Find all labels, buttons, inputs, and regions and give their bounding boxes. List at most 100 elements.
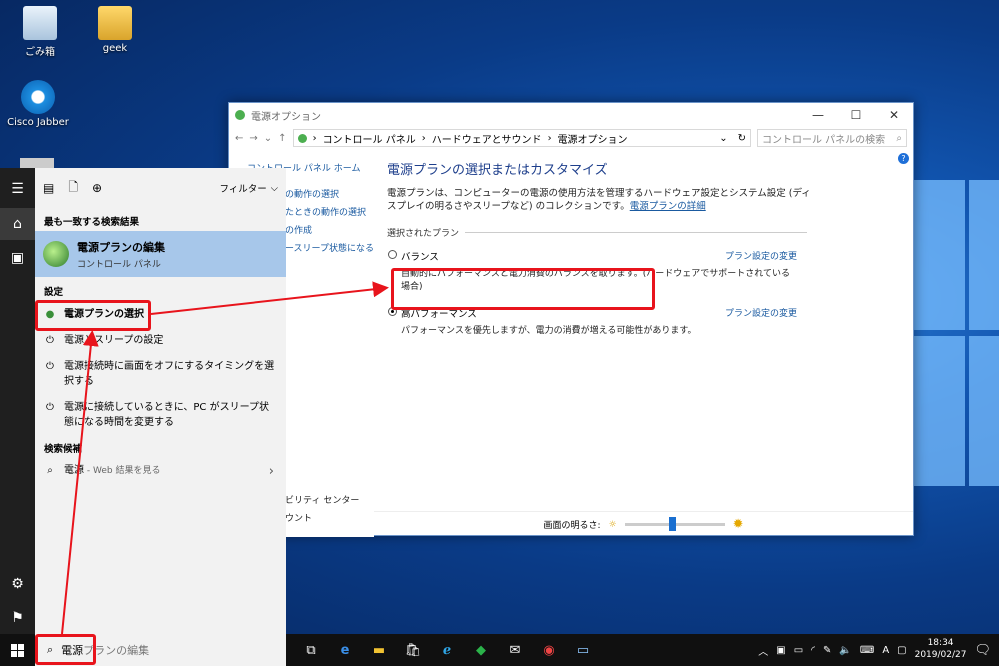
breadcrumb-item[interactable]: ハードウェアとサウンド — [432, 131, 542, 146]
best-match-header: 最も一致する検索結果 — [44, 217, 140, 228]
store-icon[interactable]: 🛍 — [396, 634, 430, 666]
internet-explorer-icon[interactable]: ℯ — [430, 634, 464, 666]
feedback-icon[interactable]: ⚑ — [0, 602, 35, 634]
action-center-icon[interactable]: 🗨 — [974, 643, 991, 658]
sidebar-link[interactable]: たときの動作の選択 — [285, 205, 366, 218]
keyboard-icon[interactable]: ⌨ — [860, 645, 874, 656]
remote-desktop-icon[interactable]: ▭ — [566, 634, 600, 666]
web-suggestion-item[interactable]: ⌕ 電源 - Web 結果を見る — [44, 464, 276, 479]
highlight-search-box — [35, 634, 96, 665]
suggestions-header: 検索候補 — [44, 444, 83, 455]
chevron-down-icon: ⌵ — [270, 182, 278, 194]
minimize-button[interactable]: — — [799, 108, 837, 122]
desktop-icon-partial[interactable] — [20, 158, 54, 168]
windows-wallpaper-logo — [905, 180, 999, 500]
wifi-icon[interactable]: ◜ — [811, 645, 815, 656]
refresh-icon[interactable]: ↻ — [738, 133, 750, 144]
web-filter-icon[interactable]: ⊕ — [92, 181, 102, 195]
close-button[interactable]: ✕ — [875, 108, 913, 122]
taskbar-apps: ⧉ e ▬ 🛍 ℯ ◆ ✉ ◉ ▭ — [294, 634, 600, 666]
breadcrumb-sep-icon: › — [547, 132, 552, 144]
filter-dropdown[interactable]: フィルター ⌵ — [219, 181, 278, 196]
plan-description: パフォーマンスを優先しますが、電力の消費が増える可能性があります。 — [401, 325, 697, 336]
highlight-high-performance — [391, 268, 655, 310]
ime-mode[interactable]: A — [882, 645, 889, 656]
desktop-icon-recycle-bin[interactable]: ごみ箱 — [5, 6, 75, 58]
address-path[interactable]: › コントロール パネル › ハードウェアとサウンド › 電源オプション ⌄ ↻ — [292, 129, 751, 147]
forward-arrow-icon[interactable]: → — [249, 133, 257, 144]
settings-header: 設定 — [44, 287, 64, 298]
pen-icon[interactable]: ✎ — [823, 645, 831, 656]
desktop-icon-cisco-jabber[interactable]: Cisco Jabber — [3, 80, 73, 128]
document-icon[interactable]: ▣ — [0, 242, 35, 274]
power-icon: ⏻ — [46, 335, 54, 346]
best-match-subtitle: コントロール パネル — [77, 259, 161, 270]
sidebar-see-also[interactable]: ビリティ センター — [285, 493, 359, 506]
brightness-slider[interactable] — [624, 517, 725, 531]
sidebar-see-also[interactable]: ウント — [285, 511, 312, 524]
file-explorer-icon[interactable]: ▬ — [362, 634, 396, 666]
task-view-icon[interactable]: ⧉ — [294, 634, 328, 666]
control-panel-icon — [297, 133, 307, 143]
search-icon: ⌕ — [896, 132, 902, 144]
clock[interactable]: 18:34 2019/02/27 — [915, 638, 967, 661]
apps-filter-icon[interactable]: ▤ — [43, 181, 54, 195]
input-indicator-icon[interactable]: ▢ — [897, 645, 906, 656]
desktop-icon-geek[interactable]: geek — [80, 6, 150, 54]
mail-icon[interactable]: ✉ — [498, 634, 532, 666]
back-arrow-icon[interactable]: ← — [235, 133, 243, 144]
page-title: 電源プランの選択またはカスタマイズ — [387, 163, 608, 178]
chevron-right-icon[interactable]: › — [269, 464, 274, 479]
plan-details-link[interactable]: 電源プランの詳細 — [630, 201, 706, 212]
edge-icon[interactable]: e — [328, 634, 362, 666]
maximize-button[interactable]: ☐ — [837, 108, 875, 122]
breadcrumb-item[interactable]: 電源オプション — [558, 131, 628, 146]
breadcrumb-item[interactable]: コントロール パネル — [323, 131, 416, 146]
brightness-bar: 画面の明るさ: ☼ ✹ — [374, 511, 913, 537]
paint-icon[interactable]: ◉ — [532, 634, 566, 666]
system-tray: ︿ ▣ ▭ ◜ ✎ 🔈 ⌨ A ▢ 18:34 2019/02/27 🗨 — [758, 638, 999, 661]
dim-sun-icon: ☼ — [608, 519, 617, 530]
volume-icon[interactable]: 🔈 — [839, 645, 851, 656]
dropdown-chevron-icon[interactable]: ⌄ — [719, 133, 731, 144]
battery-icon[interactable]: ▭ — [794, 645, 803, 656]
breadcrumb-sep-icon: › — [312, 132, 317, 144]
start-rail: ☰ ⌂ ▣ ⚙ ⚑ — [0, 168, 35, 634]
plan-settings-link[interactable]: プラン設定の変更 — [725, 249, 797, 262]
home-icon[interactable]: ⌂ — [0, 208, 35, 240]
sidebar-link[interactable]: の動作の選択 — [285, 187, 339, 200]
settings-item-power-sleep[interactable]: ⏻ 電源とスリープの設定 — [44, 334, 276, 349]
hamburger-menu-icon[interactable]: ☰ — [0, 173, 35, 205]
best-match-item[interactable]: 電源プランの編集 コントロール パネル — [35, 231, 286, 277]
sidebar-link[interactable]: ースリープ状態になる — [285, 241, 374, 254]
power-options-icon — [235, 110, 245, 120]
page-description: 電源プランは、コンピューターの電源の使用方法を管理するハードウェア設定とシステム… — [387, 188, 811, 212]
search-icon: ⌕ — [47, 465, 53, 476]
start-button[interactable] — [0, 634, 35, 666]
plan-radio[interactable] — [388, 249, 397, 259]
documents-filter-icon[interactable]: 🗋 — [68, 178, 78, 199]
desktop-icon-label: Cisco Jabber — [7, 117, 69, 128]
sidebar-link[interactable]: の作成 — [285, 223, 312, 236]
desktop-icon-label: geek — [102, 43, 128, 54]
tray-chevron-up-icon[interactable]: ︿ — [758, 643, 768, 658]
network-icon[interactable]: ▣ — [776, 645, 785, 656]
windows-logo-icon — [11, 643, 24, 657]
settings-gear-icon[interactable]: ⚙ — [0, 568, 35, 600]
settings-item-screen-off[interactable]: ⏻ 電源接続時に画面をオフにするタイミングを選択する — [44, 360, 276, 389]
recent-chevron-icon[interactable]: ⌄ — [264, 133, 272, 144]
plan-settings-link[interactable]: プラン設定の変更 — [725, 306, 797, 319]
brightness-thumb[interactable] — [669, 517, 677, 531]
power-icon: ⏻ — [46, 361, 54, 372]
control-panel-search[interactable]: コントロール パネルの検索 ⌕ — [757, 129, 907, 147]
settings-item-sleep-time[interactable]: ⏻ 電源に接続しているときに、PC がスリープ状態になる時間を変更する — [44, 401, 276, 430]
power-icon: ⏻ — [46, 402, 54, 413]
recycle-bin-icon — [23, 6, 57, 40]
highlight-choose-plan — [35, 300, 151, 331]
address-bar-row: ← → ⌄ ↑ › コントロール パネル › ハードウェアとサウンド › 電源オ… — [229, 127, 913, 149]
power-plan-icon — [43, 241, 69, 267]
window-titlebar: 電源オプション — ☐ ✕ — [229, 103, 913, 127]
up-arrow-icon[interactable]: ↑ — [278, 133, 286, 144]
app-green-icon[interactable]: ◆ — [464, 634, 498, 666]
plan-high-performance[interactable]: 高パフォーマンス パフォーマンスを優先しますが、電力の消費が増える可能性がありま… — [387, 306, 797, 336]
